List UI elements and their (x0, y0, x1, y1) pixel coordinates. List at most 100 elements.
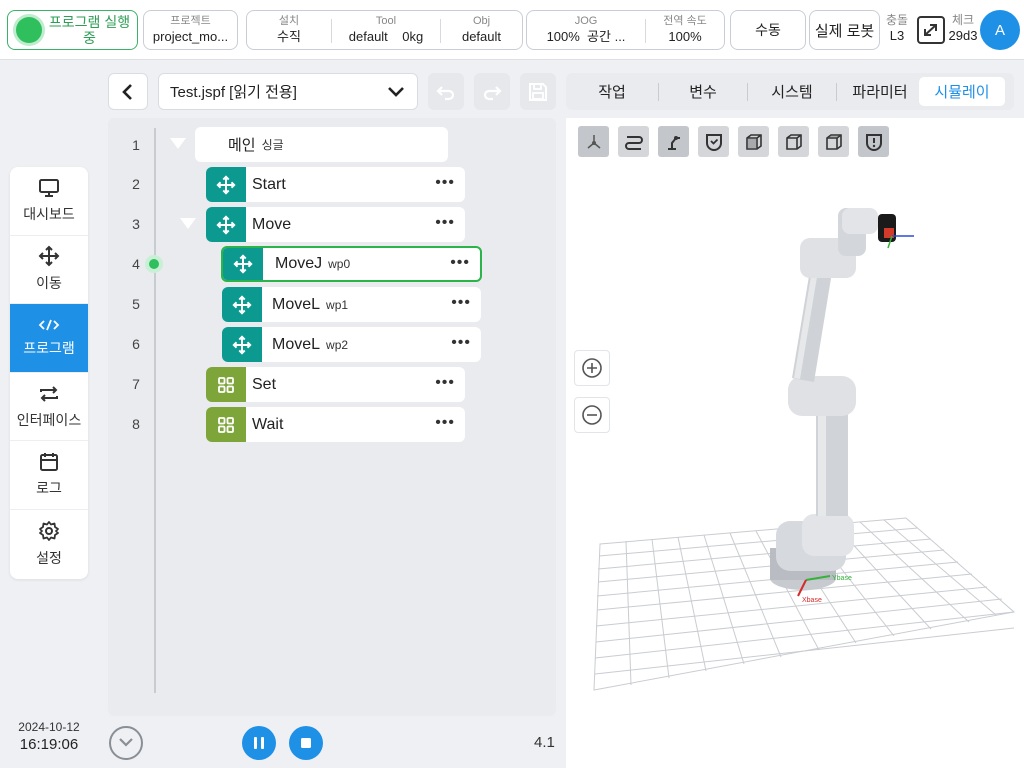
simulation-view[interactable]: Ybase Xbase (566, 118, 1024, 768)
clock: 2024-10-12 16:19:06 (10, 720, 88, 753)
program-file-select[interactable]: Test.jspf [읽기 전용] (158, 73, 418, 110)
chevron-down-circle-icon (119, 738, 133, 747)
cube-top-icon[interactable] (818, 126, 849, 157)
manual-mode-button[interactable]: 수동 (730, 10, 806, 50)
move-icon (206, 167, 246, 202)
tab-variables[interactable]: 변수 (659, 77, 747, 106)
path-icon[interactable] (618, 126, 649, 157)
version-label: 4.1 (534, 734, 555, 751)
project-caption: 프로젝트 (170, 15, 211, 27)
tab-simulation[interactable]: 시뮬레이 (919, 77, 1005, 106)
node-sub: wp2 (326, 337, 349, 352)
project-value: project_mo... (152, 29, 229, 44)
tree-node-movej[interactable]: MoveJ wp0 ••• (221, 246, 482, 282)
node-label: Wait (252, 415, 284, 433)
collision-caption: 충돌 (885, 13, 909, 27)
undo-icon (436, 85, 455, 100)
save-button[interactable] (520, 73, 556, 110)
cube-front-icon[interactable] (738, 126, 769, 157)
axis-view-icon[interactable] (578, 126, 609, 157)
move-icon (206, 207, 246, 242)
more-icon[interactable]: ••• (450, 255, 470, 271)
zoom-out-button[interactable] (574, 397, 610, 433)
tree-line (154, 128, 156, 693)
node-sub: wp0 (328, 257, 351, 271)
nav-label-log: 로그 (36, 480, 62, 497)
program-file-name: Test.jspf [읽기 전용] (170, 84, 297, 101)
tree-node-move[interactable]: Move ••• (206, 207, 465, 242)
run-status-label: 프로그램 실행 중 (48, 14, 131, 46)
nav-item-log[interactable]: 로그 (10, 441, 88, 510)
back-button[interactable] (108, 73, 148, 110)
tree-node-main[interactable]: 메인 싱글 (195, 127, 448, 162)
install-value: 수직 (277, 29, 301, 44)
undo-button[interactable] (428, 73, 464, 110)
tree-node-set[interactable]: Set ••• (206, 367, 465, 402)
robot-3d-scene: Ybase Xbase (593, 208, 1016, 691)
nav-label-move: 이동 (36, 275, 62, 292)
nav-item-interface[interactable]: 인터페이스 (10, 373, 88, 442)
tab-task[interactable]: 작업 (566, 77, 658, 106)
shield-alert-icon[interactable] (858, 126, 889, 157)
tab-system[interactable]: 시스템 (748, 77, 836, 106)
pause-button[interactable] (242, 726, 276, 760)
more-icon[interactable]: ••• (435, 175, 455, 191)
zoom-in-icon (582, 358, 602, 378)
gear-icon (39, 521, 59, 542)
cube-side-icon[interactable] (778, 126, 809, 157)
tree-node-wait[interactable]: Wait ••• (206, 407, 465, 442)
running-dot-icon (16, 17, 42, 43)
nav-item-program[interactable]: 프로그램 (10, 304, 88, 373)
collapse-move-icon[interactable] (180, 218, 196, 229)
line-number: 2 (132, 176, 140, 192)
right-panel-tabs: 작업 변수 시스템 파라미터 시뮬레이 (566, 73, 1014, 110)
node-label: MoveL (272, 335, 321, 353)
main-nav: 대시보드 이동 프로그램 인터페이스 로그 설정 (10, 167, 88, 579)
shield-check-icon[interactable] (698, 126, 729, 157)
move-icon (222, 327, 262, 362)
user-avatar[interactable]: A (980, 10, 1020, 50)
more-icon[interactable]: ••• (435, 415, 455, 431)
more-icon[interactable]: ••• (435, 375, 455, 391)
tree-node-movel-wp2[interactable]: MoveL wp2 ••• (222, 327, 481, 362)
node-label: Start (252, 175, 286, 193)
more-icon[interactable]: ••• (451, 335, 471, 351)
collapse-main-icon[interactable] (170, 138, 186, 149)
save-icon (529, 82, 547, 101)
expand-down-button[interactable] (109, 726, 143, 760)
chevron-left-icon (122, 83, 132, 100)
global-speed-caption: 전역 속도 (663, 15, 707, 27)
tree-node-movel-wp1[interactable]: MoveL wp1 ••• (222, 287, 481, 322)
robot-arm-icon[interactable] (658, 126, 689, 157)
grid-icon (206, 367, 246, 402)
node-sub: 싱글 (261, 138, 284, 152)
collision-level[interactable]: 충돌 L3 (882, 12, 912, 44)
install-tool-obj-box[interactable]: 설치 수직 Tool default 0kg Obj default (246, 10, 523, 50)
jog-speed-box[interactable]: JOG 100% 공간 ... 전역 속도 100% (526, 10, 725, 50)
nav-label-settings: 설정 (36, 550, 62, 567)
nav-item-move[interactable]: 이동 (10, 236, 88, 305)
move-icon (38, 245, 60, 267)
expand-icon[interactable] (916, 16, 946, 44)
tool-payload: 0kg (402, 29, 424, 44)
node-label: Move (252, 215, 292, 233)
real-robot-button[interactable]: 실제 로봇 (809, 10, 880, 50)
clock-time: 16:19:06 (19, 736, 79, 753)
zoom-in-button[interactable] (574, 350, 610, 386)
chevron-down-icon (388, 87, 404, 97)
run-status-indicator[interactable]: 프로그램 실행 중 (7, 10, 138, 50)
jog-caption: JOG (574, 15, 598, 27)
redo-button[interactable] (474, 73, 510, 110)
more-icon[interactable]: ••• (435, 215, 455, 231)
nav-item-dashboard[interactable]: 대시보드 (10, 167, 88, 236)
tab-parameters[interactable]: 파라미터 (837, 77, 923, 106)
tree-node-start[interactable]: Start ••• (206, 167, 465, 202)
node-label: Set (252, 375, 277, 393)
move-icon (222, 287, 262, 322)
more-icon[interactable]: ••• (451, 295, 471, 311)
stop-button[interactable] (289, 726, 323, 760)
nav-item-settings[interactable]: 설정 (10, 510, 88, 579)
move-icon (223, 248, 263, 280)
zoom-out-icon (582, 405, 602, 425)
project-box[interactable]: 프로젝트 project_mo... (143, 10, 238, 50)
